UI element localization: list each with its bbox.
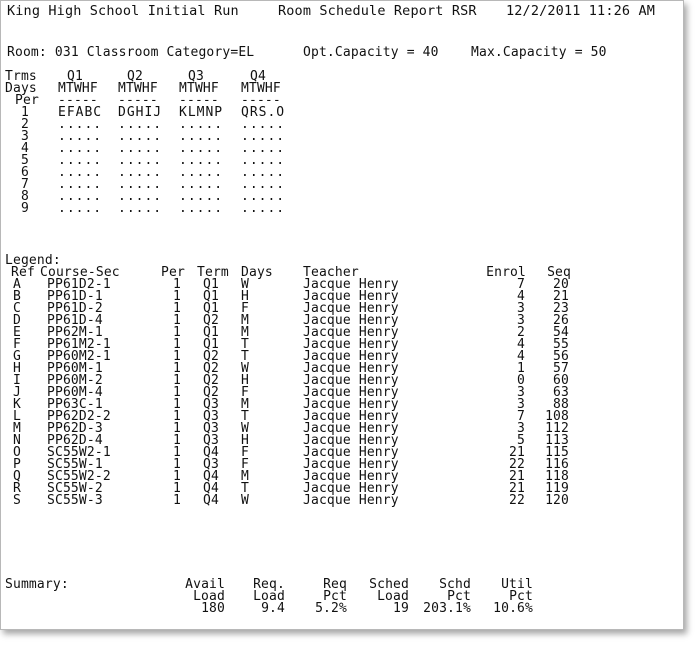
legend-course: SC55W-3 bbox=[47, 493, 103, 508]
legend-seq: 120 bbox=[545, 493, 569, 508]
report-page: King High School Initial Run Room Schedu… bbox=[0, 0, 684, 630]
summary-value: 10.6% bbox=[493, 601, 533, 616]
legend-teacher: Jacque Henry bbox=[303, 493, 399, 508]
summary-value: 180 bbox=[201, 601, 225, 616]
report-name: Room Schedule Report RSR bbox=[278, 3, 477, 19]
summary-value: 9.4 bbox=[261, 601, 285, 616]
opt-capacity: Opt.Capacity = 40 bbox=[303, 45, 439, 60]
legend-per: 1 bbox=[173, 493, 181, 508]
legend-ref: S bbox=[13, 493, 21, 508]
summary-value: 19 bbox=[393, 601, 409, 616]
grid-cell: ..... bbox=[241, 201, 286, 216]
summary-label: Summary: bbox=[5, 577, 69, 592]
room-info: Room: 031 Classroom Category=EL bbox=[7, 45, 255, 60]
summary-value: 5.2% bbox=[315, 601, 347, 616]
summary-value: 203.1% bbox=[423, 601, 471, 616]
period-number: 9 bbox=[21, 201, 29, 216]
legend-days: W bbox=[241, 493, 249, 508]
report-datetime: 12/2/2011 11:26 AM bbox=[506, 3, 655, 19]
grid-cell: ..... bbox=[58, 201, 103, 216]
grid-cell: ..... bbox=[118, 201, 163, 216]
max-capacity: Max.Capacity = 50 bbox=[471, 45, 607, 60]
legend-term: Q4 bbox=[203, 493, 219, 508]
grid-cell: ..... bbox=[179, 201, 224, 216]
report-school-title: King High School Initial Run bbox=[7, 3, 239, 19]
